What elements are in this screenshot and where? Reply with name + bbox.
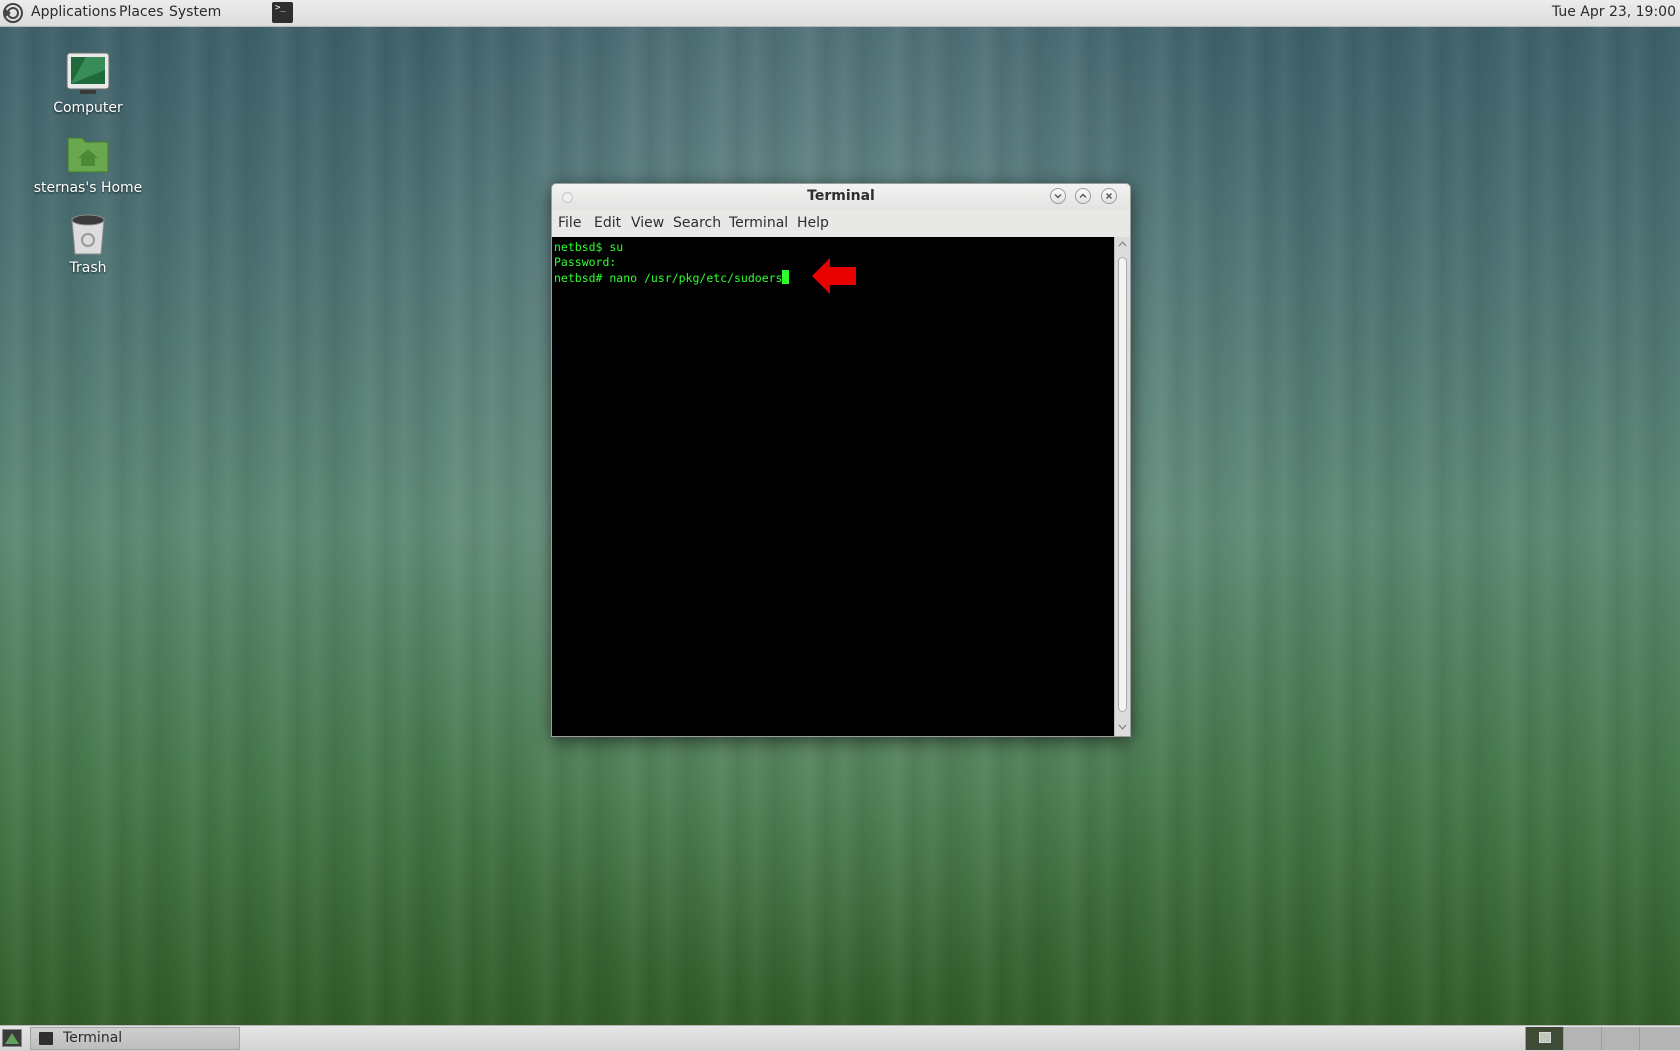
maximize-button[interactable] bbox=[1075, 188, 1091, 204]
bottom-panel: Terminal bbox=[0, 1025, 1680, 1051]
menu-search[interactable]: Search bbox=[673, 215, 721, 231]
close-icon bbox=[1106, 193, 1112, 199]
top-panel: Applications Places System >_ Tue Apr 23… bbox=[0, 0, 1680, 27]
show-desktop-icon[interactable] bbox=[2, 1029, 22, 1047]
terminal-line: Password: bbox=[554, 255, 617, 269]
places-menu[interactable]: Places bbox=[119, 0, 164, 26]
netbsd-logo-icon[interactable] bbox=[2, 2, 24, 24]
menu-file[interactable]: File bbox=[558, 215, 581, 231]
window-title: Terminal bbox=[807, 188, 875, 204]
workspace-3[interactable] bbox=[1601, 1027, 1639, 1050]
scroll-up-icon[interactable] bbox=[1118, 241, 1127, 247]
window-titlebar[interactable]: Terminal bbox=[552, 184, 1130, 210]
workspace-4[interactable] bbox=[1639, 1027, 1680, 1050]
desktop-icon-computer[interactable]: Computer bbox=[28, 50, 148, 116]
workspace-1[interactable] bbox=[1525, 1027, 1563, 1050]
terminal-line: netbsd$ su bbox=[554, 240, 624, 254]
terminal-line: netbsd# nano /usr/pkg/etc/sudoers bbox=[554, 270, 790, 285]
clock[interactable]: Tue Apr 23, 19:00 bbox=[1552, 0, 1676, 24]
scroll-thumb[interactable] bbox=[1118, 257, 1127, 712]
red-arrow-annotation bbox=[812, 258, 856, 294]
menu-terminal[interactable]: Terminal bbox=[729, 215, 788, 231]
terminal-icon bbox=[39, 1032, 53, 1045]
taskbar-label: Terminal bbox=[63, 1030, 123, 1046]
desktop-icon-label: Computer bbox=[53, 100, 123, 116]
minimize-button[interactable] bbox=[1050, 188, 1066, 204]
chevron-down-icon bbox=[1054, 194, 1062, 199]
terminal-command: netbsd# nano /usr/pkg/etc/sudoers bbox=[554, 271, 783, 285]
computer-icon bbox=[66, 52, 110, 94]
text-cursor bbox=[782, 270, 790, 284]
trash-icon bbox=[71, 214, 105, 255]
workspace-2[interactable] bbox=[1563, 1027, 1601, 1050]
terminal-scrollbar[interactable] bbox=[1114, 237, 1130, 736]
desktop-icon-home[interactable]: sternas's Home bbox=[28, 130, 148, 196]
window-menubar: File Edit View Search Terminal Help bbox=[552, 210, 1130, 236]
menu-edit[interactable]: Edit bbox=[594, 215, 621, 231]
desktop-icon-trash[interactable]: Trash bbox=[28, 210, 148, 276]
taskbar-button-terminal[interactable]: Terminal bbox=[30, 1027, 240, 1050]
applications-menu[interactable]: Applications bbox=[31, 0, 117, 26]
menu-help[interactable]: Help bbox=[797, 215, 829, 231]
desktop-icon-label: Trash bbox=[69, 260, 107, 276]
scroll-down-icon[interactable] bbox=[1118, 724, 1127, 730]
system-menu[interactable]: System bbox=[169, 0, 221, 26]
menu-view[interactable]: View bbox=[631, 215, 664, 231]
terminal-launcher-icon[interactable]: >_ bbox=[272, 2, 293, 23]
chevron-up-icon bbox=[1079, 193, 1087, 198]
desktop-icon-label: sternas's Home bbox=[33, 180, 143, 196]
terminal-output[interactable]: netbsd$ su Password: netbsd# nano /usr/p… bbox=[552, 237, 1114, 736]
close-button[interactable] bbox=[1101, 188, 1117, 204]
home-folder-icon bbox=[67, 137, 109, 173]
